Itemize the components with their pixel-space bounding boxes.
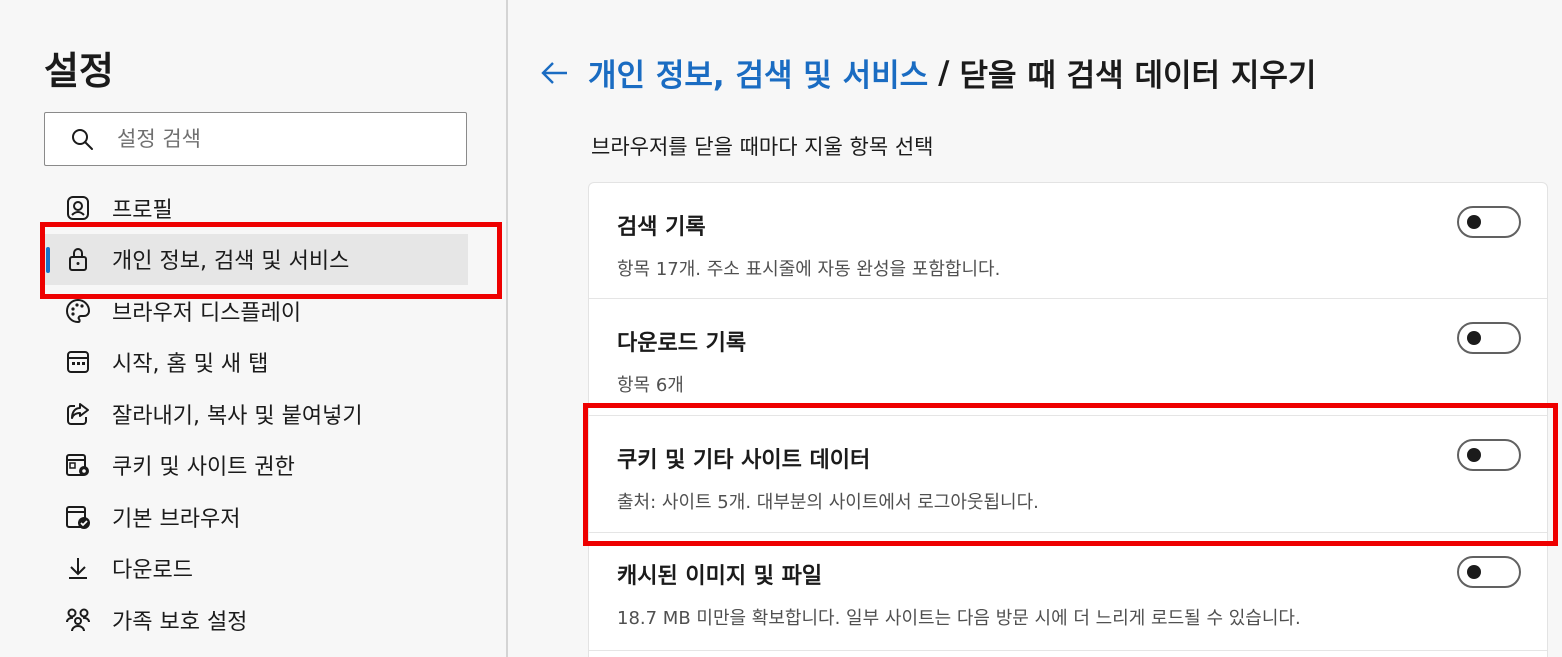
- download-icon: [64, 554, 92, 582]
- toggle-download-history[interactable]: [1457, 322, 1521, 354]
- clear-data-card: 검색 기록 항목 17개. 주소 표시줄에 자동 완성을 포함합니다. 다운로드…: [588, 182, 1548, 657]
- sidebar-item-label: 다운로드: [112, 558, 193, 584]
- site-permissions-icon: [64, 451, 92, 479]
- settings-nav: 프로필 개인 정보, 검색 및 서비스 브라우저 디스플레이 시작, 홈 및 새…: [44, 182, 468, 646]
- sidebar-item-start-home[interactable]: 시작, 홈 및 새 탭: [44, 337, 468, 389]
- sidebar-item-downloads[interactable]: 다운로드: [44, 543, 468, 595]
- back-arrow-icon[interactable]: [536, 55, 572, 91]
- share-icon: [64, 400, 92, 428]
- sidebar-item-profile[interactable]: 프로필: [44, 182, 468, 234]
- default-browser-icon: [64, 503, 92, 531]
- lock-icon: [64, 245, 92, 273]
- row-title: 캐시된 이미지 및 파일: [617, 564, 823, 589]
- toggle-cached-images[interactable]: [1457, 556, 1521, 588]
- start-home-icon: [64, 348, 92, 376]
- sidebar-item-label: 시작, 홈 및 새 탭: [112, 352, 269, 378]
- toggle-knob: [1467, 448, 1481, 462]
- sidebar-item-label: 브라우저 디스플레이: [112, 300, 302, 326]
- settings-title: 설정: [44, 49, 114, 93]
- row-description: 항목 6개: [617, 375, 684, 396]
- section-subtitle: 브라우저를 닫을 때마다 지울 항목 선택: [591, 135, 934, 159]
- sidebar-item-label: 가족 보호 설정: [112, 609, 248, 635]
- row-description: 항목 17개. 주소 표시줄에 자동 완성을 포함합니다.: [617, 259, 1001, 280]
- toggle-cookies[interactable]: [1457, 439, 1521, 471]
- sidebar-item-default-browser[interactable]: 기본 브라우저: [44, 491, 468, 543]
- toggle-knob: [1467, 215, 1481, 229]
- toggle-browsing-history[interactable]: [1457, 206, 1521, 238]
- sidebar-item-label: 개인 정보, 검색 및 서비스: [112, 249, 350, 275]
- setting-row-download-history: 다운로드 기록 항목 6개: [589, 299, 1547, 416]
- sidebar-item-privacy[interactable]: 개인 정보, 검색 및 서비스: [44, 233, 468, 285]
- breadcrumb-separator: /: [938, 54, 950, 91]
- sidebar-item-appearance[interactable]: 브라우저 디스플레이: [44, 285, 468, 337]
- setting-row-cookies: 쿠키 및 기타 사이트 데이터 출처: 사이트 5개. 대부분의 사이트에서 로…: [589, 416, 1547, 533]
- breadcrumb-link[interactable]: 개인 정보, 검색 및 서비스: [588, 50, 928, 95]
- setting-row-cached-images: 캐시된 이미지 및 파일 18.7 MB 미만을 확보합니다. 일부 사이트는 …: [589, 533, 1547, 651]
- sidebar-item-share-copy-paste[interactable]: 잘라내기, 복사 및 붙여넣기: [44, 388, 468, 440]
- settings-search-box[interactable]: [44, 112, 467, 166]
- row-description: 18.7 MB 미만을 확보합니다. 일부 사이트는 다음 방문 시에 더 느리…: [617, 608, 1301, 629]
- profile-icon: [64, 194, 92, 222]
- family-icon: [64, 606, 92, 634]
- setting-row-browsing-history: 검색 기록 항목 17개. 주소 표시줄에 자동 완성을 포함합니다.: [589, 183, 1547, 299]
- toggle-knob: [1467, 331, 1481, 345]
- search-icon: [69, 126, 95, 152]
- sidebar-item-label: 프로필: [112, 197, 173, 223]
- page-header: 개인 정보, 검색 및 서비스 / 닫을 때 검색 데이터 지우기: [536, 50, 1316, 95]
- sidebar-item-label: 쿠키 및 사이트 권한: [112, 455, 295, 481]
- row-title: 다운로드 기록: [617, 331, 747, 356]
- toggle-knob: [1467, 565, 1481, 579]
- row-description: 출처: 사이트 5개. 대부분의 사이트에서 로그아웃됩니다.: [617, 492, 1039, 513]
- settings-search-input[interactable]: [117, 127, 437, 151]
- settings-sidebar: 설정 프로필 개인 정보, 검색 및 서비스 브라우저 디스플레이: [0, 0, 508, 657]
- sidebar-item-label: 잘라내기, 복사 및 붙여넣기: [112, 403, 363, 429]
- row-title: 쿠키 및 기타 사이트 데이터: [617, 448, 871, 473]
- sidebar-item-cookies-permissions[interactable]: 쿠키 및 사이트 권한: [44, 440, 468, 492]
- row-title: 검색 기록: [617, 215, 706, 240]
- sidebar-item-family-safety[interactable]: 가족 보호 설정: [44, 594, 468, 646]
- palette-icon: [64, 297, 92, 325]
- page-title: 닫을 때 검색 데이터 지우기: [959, 58, 1317, 94]
- sidebar-item-label: 기본 브라우저: [112, 506, 241, 532]
